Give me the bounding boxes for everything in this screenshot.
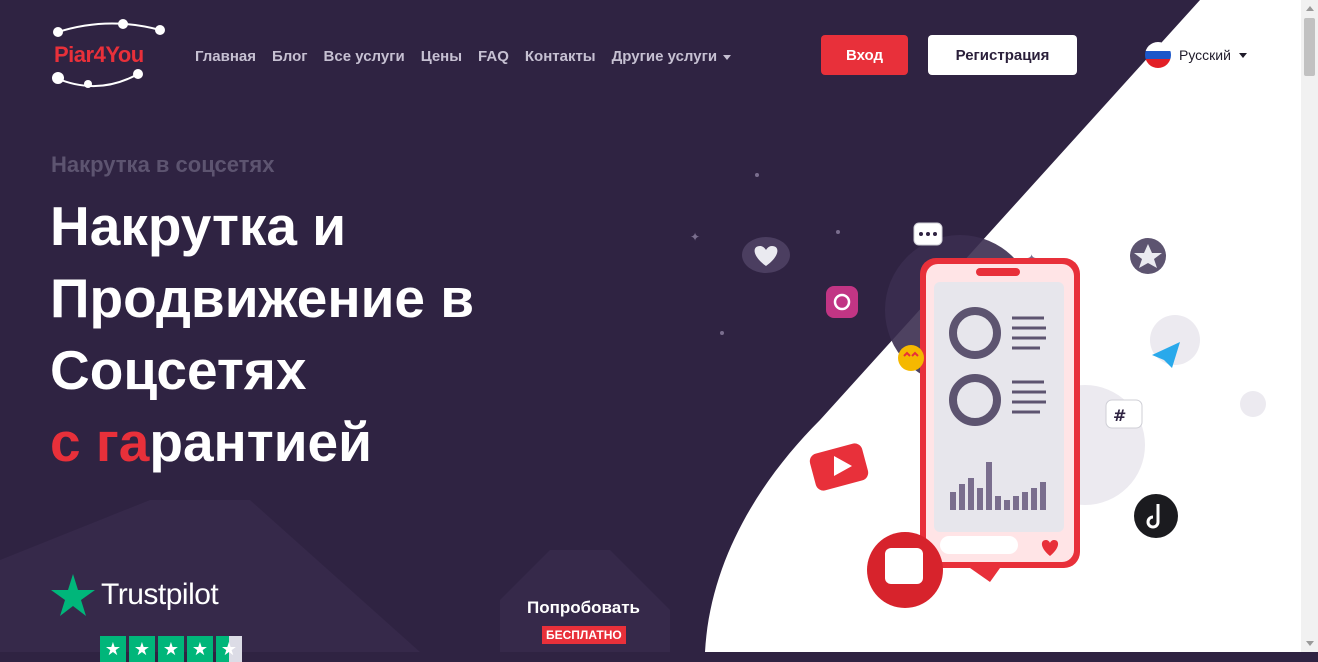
telegram-icon	[1152, 342, 1180, 368]
language-selector[interactable]: Русский	[1145, 42, 1247, 68]
main-nav: Главная Блог Все услуги Цены FAQ Контакт…	[195, 48, 732, 65]
nav-prices[interactable]: Цены	[421, 48, 462, 65]
nav-blog[interactable]: Блог	[272, 48, 308, 65]
hashtag-icon: #	[1105, 399, 1143, 429]
trustpilot-rating: ★ ★ ★ ★ ★	[100, 636, 242, 662]
russian-flag-icon	[1145, 42, 1171, 68]
hero-title-rest: рантией	[149, 411, 372, 473]
trustpilot-star-icon	[51, 574, 95, 616]
chevron-down-icon	[723, 54, 732, 60]
logo[interactable]: Piar4You	[48, 18, 170, 92]
star-icon: ★	[187, 636, 213, 662]
chat-icon	[913, 222, 943, 246]
star-icon: ★	[129, 636, 155, 662]
star-icon: ★	[216, 636, 242, 662]
emoji-icon	[898, 345, 924, 371]
hero-title-line: Продвижение в	[50, 267, 475, 329]
language-label: Русский	[1179, 47, 1231, 63]
hero-title: Накрутка и Продвижение в Соцсетях с гара…	[50, 190, 610, 478]
register-button[interactable]: Регистрация	[928, 35, 1077, 75]
nav-contacts[interactable]: Контакты	[525, 48, 596, 65]
nav-other-services-label: Другие услуги	[611, 48, 718, 65]
tiktok-icon	[1134, 494, 1178, 538]
trustpilot-label: Trustpilot	[101, 578, 219, 611]
hero-illustration: #	[742, 222, 1180, 608]
try-free-title[interactable]: Попробовать	[527, 598, 640, 618]
star-icon: ★	[158, 636, 184, 662]
trustpilot-logo[interactable]: Trustpilot	[51, 574, 219, 616]
scroll-up-icon[interactable]	[1306, 6, 1314, 11]
free-badge[interactable]: БЕСПЛАТНО	[542, 626, 626, 644]
star-icon: ★	[100, 636, 126, 662]
page-scrollbar[interactable]	[1301, 0, 1318, 652]
youtube-icon	[809, 443, 869, 491]
login-button[interactable]: Вход	[821, 35, 908, 75]
svg-text:#: #	[1113, 406, 1126, 425]
scroll-down-icon[interactable]	[1306, 641, 1314, 646]
hero-eyebrow: Накрутка в соцсетях	[51, 152, 275, 177]
phone-illustration	[920, 258, 1080, 582]
like-icon	[867, 532, 943, 608]
scrollbar-thumb[interactable]	[1304, 18, 1315, 76]
logo-text: Piar4You	[54, 42, 144, 67]
nav-other-services[interactable]: Другие услуги	[611, 48, 732, 65]
chevron-down-icon	[1238, 52, 1247, 58]
nav-all-services[interactable]: Все услуги	[324, 48, 405, 65]
nav-home[interactable]: Главная	[195, 48, 256, 65]
hero-title-line: Соцсетях	[50, 339, 307, 401]
star-icon	[1130, 238, 1166, 274]
hero-title-line: с гарантией	[50, 406, 610, 478]
instagram-icon	[826, 286, 858, 318]
hero-title-accent: с га	[50, 411, 150, 473]
nav-faq[interactable]: FAQ	[478, 48, 509, 65]
heart-shape-icon	[742, 237, 790, 273]
hero-title-line: Накрутка и	[50, 195, 347, 257]
